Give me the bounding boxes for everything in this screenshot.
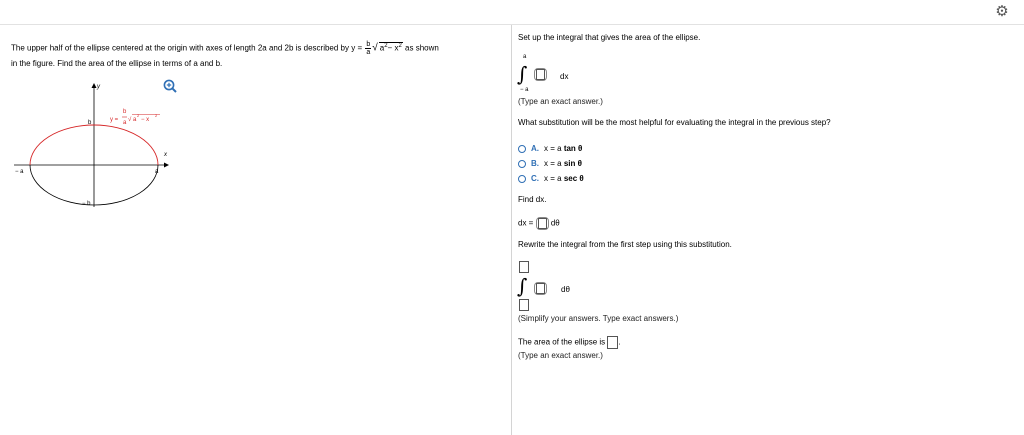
svg-text:− x: − x [141,117,149,123]
exact-answer-hint-2: (Type an exact answer.) [518,351,603,360]
dtheta-label: dθ [561,285,570,294]
integral-sign-2: ∫ [517,274,528,298]
label-a-right: a [155,169,159,175]
top-bar: ⚙ [0,0,1024,25]
svg-text:2: 2 [137,113,140,118]
upper-limit: a [523,54,527,60]
find-dx-instruction: Find dx. [518,195,547,204]
simplify-hint: (Simplify your answers. Type exact answe… [518,314,679,323]
radio-option-c[interactable] [518,174,526,183]
area-input[interactable] [607,336,619,349]
dx-equation: dx = dθ [518,217,560,230]
lower-limit-input[interactable] [519,299,529,311]
dx-input[interactable] [537,218,547,229]
exact-answer-hint: (Type an exact answer.) [518,97,603,106]
lower-limit: − a [520,87,529,93]
x-axis-label: x [163,152,168,158]
option-b[interactable]: B. x = a sin θ [518,159,582,168]
question-text-line1: The upper half of the ellipse centered a… [11,41,439,56]
step1-instruction: Set up the integral that gives the area … [518,33,701,42]
option-c[interactable]: C. x = a sec θ [518,174,584,183]
integrand-input[interactable] [536,69,545,80]
integral-sign: ∫ [517,62,528,86]
dx-label: dx [560,72,569,81]
radio-option-a[interactable] [518,144,526,153]
curve-label: y = b a √ a 2 − x 2 [110,109,160,126]
x-axis-arrow [164,162,169,168]
svg-text:√: √ [128,116,132,123]
dx-input-wrapper [535,217,549,230]
svg-text:b: b [123,109,127,115]
option-a[interactable]: A. x = a tan θ [518,144,582,153]
integrand2-input-wrapper [534,282,547,295]
radio-option-b[interactable] [518,159,526,168]
upper-limit-input[interactable] [519,261,529,273]
label-a-left: − a [15,169,24,175]
svg-text:a: a [123,120,127,126]
y-axis-arrow [91,83,97,88]
ellipse-figure: y x b − b − a a y = b a √ a 2 − x 2 [14,83,169,207]
svg-text:2: 2 [155,113,158,118]
y-axis-label: y [96,84,101,90]
label-b-bottom: − b [82,201,91,207]
step2-instruction: What substitution will be the most helpf… [518,118,831,127]
svg-text:y =: y = [110,117,119,123]
question-text-line2: in the figure. Find the area of the elli… [11,59,223,68]
integrand-input-wrapper [534,68,547,81]
area-answer-line: The area of the ellipse is . [518,336,621,349]
integrand2-input[interactable] [536,283,545,294]
step3-instruction: Rewrite the integral from the first step… [518,240,732,249]
pane-divider [511,25,512,435]
gear-icon[interactable]: ⚙ [994,4,1010,20]
fraction-b-over-a: ba [365,41,372,56]
